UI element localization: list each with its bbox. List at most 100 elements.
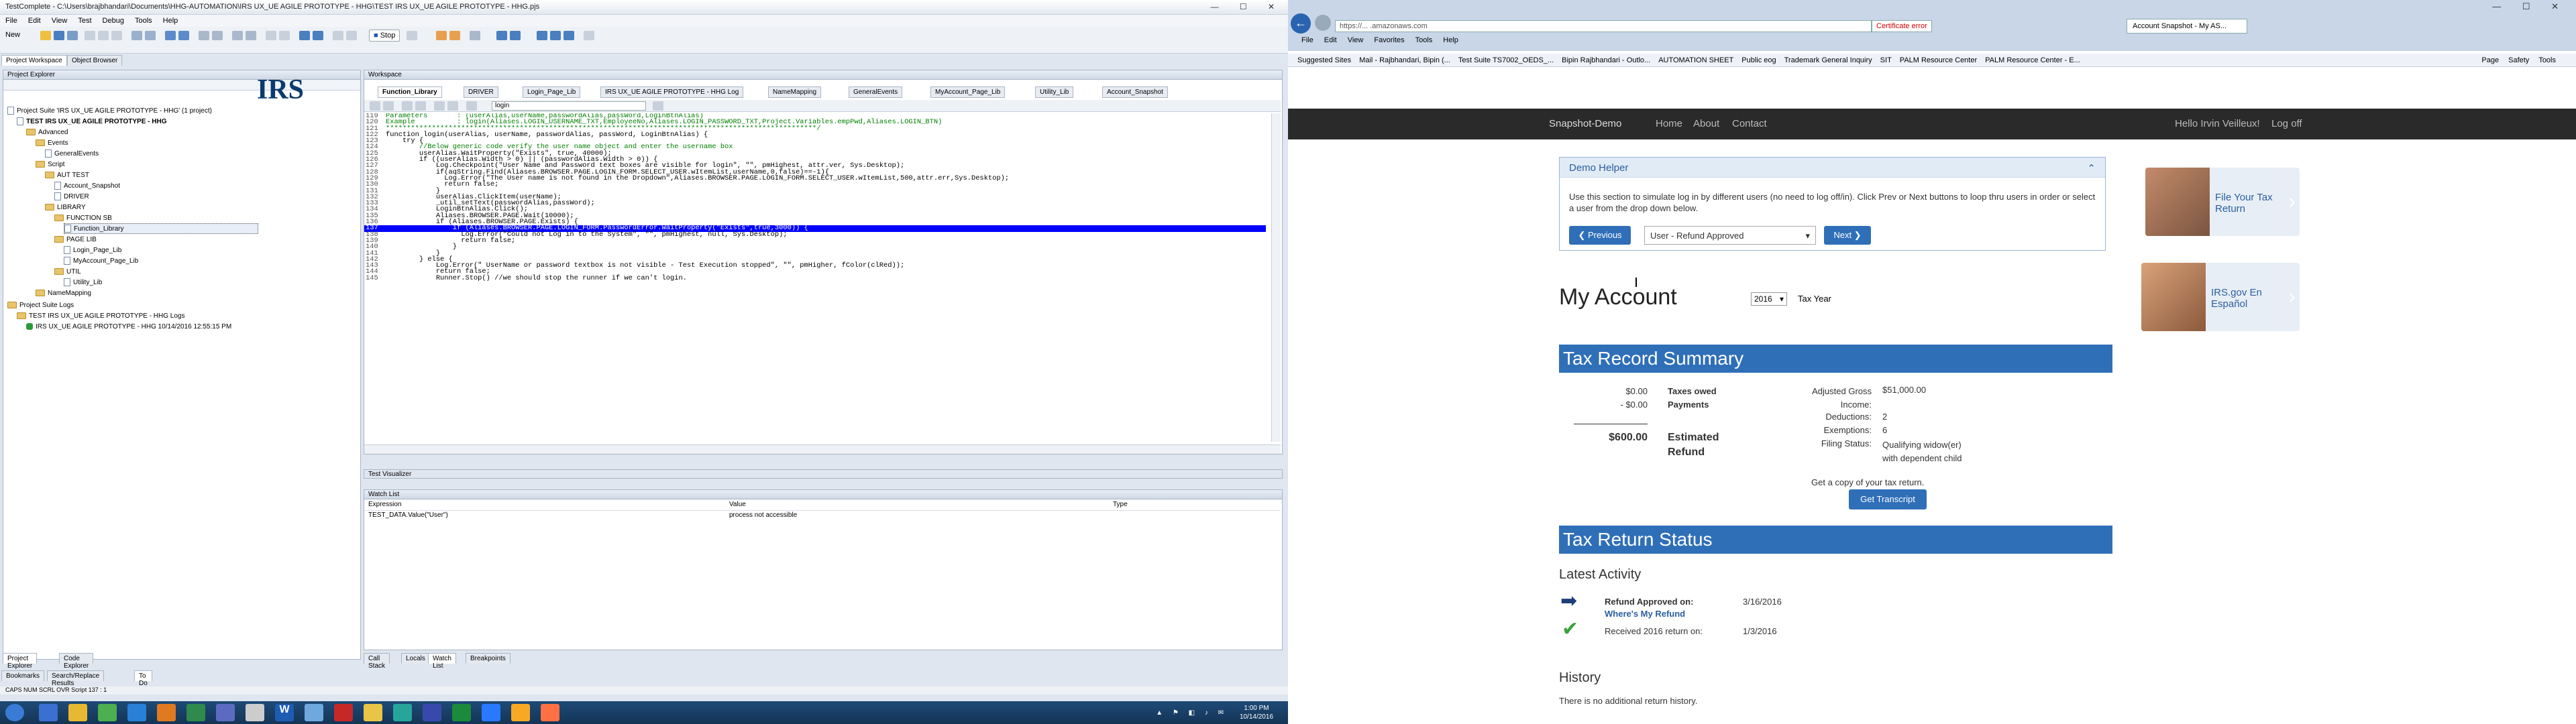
tool-icon-p[interactable] <box>584 31 594 40</box>
fav-outlook[interactable]: Bipin Rajbhandari - Outlo... <box>1562 56 1650 64</box>
app-icon-green[interactable] <box>186 704 205 721</box>
tool-icon-d[interactable] <box>313 31 323 40</box>
copy-icon[interactable] <box>98 31 109 40</box>
demo-helper-header[interactable]: Demo Helper ⌃ <box>1560 158 2105 178</box>
get-transcript-button[interactable]: Get Transcript <box>1849 489 1927 509</box>
tool-icon-m[interactable] <box>537 31 547 40</box>
tool-icon-n[interactable] <box>550 31 561 40</box>
previous-button[interactable]: ❮ Previous <box>1569 226 1631 245</box>
tool-icon-b[interactable] <box>279 31 290 40</box>
nav-contact[interactable]: Contact <box>1732 118 1767 129</box>
record-icon[interactable] <box>165 31 176 40</box>
tax-year-select[interactable]: 2016 ▾ <box>1751 292 1787 306</box>
tree-function-sb[interactable]: FUNCTION SB <box>54 213 112 223</box>
fav-test-suite[interactable]: Test Suite TS7002_OEDS_... <box>1458 56 1554 64</box>
test-visualizer-header[interactable]: Test Visualizer <box>364 469 1283 479</box>
tool-icon-g[interactable] <box>407 31 417 40</box>
menu-file[interactable]: File <box>5 17 17 25</box>
certificate-error[interactable]: Certificate error <box>1872 20 1932 32</box>
tree-project-logs[interactable]: TEST IRS UX_UE AGILE PROTOTYPE - HHG Log… <box>17 310 184 321</box>
fav-palm[interactable]: PALM Resource Center <box>1900 56 1977 64</box>
fav-sit[interactable]: SIT <box>1880 56 1892 64</box>
editor-tab-utility-lib[interactable]: Utility_Lib <box>1035 86 1074 98</box>
editor-tab-login-page-lib[interactable]: Login_Page_Lib <box>523 86 581 98</box>
chrome-icon[interactable] <box>98 704 117 721</box>
tool-icon-e[interactable] <box>333 31 343 40</box>
code-editor[interactable]: 119 Parameters : (userAlias,userName,pass… <box>364 113 1266 442</box>
pdf-icon[interactable] <box>334 704 353 721</box>
tool-icon-o[interactable] <box>564 31 574 40</box>
explorer-icon[interactable] <box>68 704 87 721</box>
cmd-page[interactable]: Page <box>2481 56 2499 67</box>
browser-menu-edit[interactable]: Edit <box>1324 36 1337 46</box>
excel-icon[interactable] <box>452 704 471 721</box>
menu-edit[interactable]: Edit <box>28 17 41 25</box>
tree-events[interactable]: Events <box>36 137 68 148</box>
tool-icon-f[interactable] <box>346 31 357 40</box>
tray-icons[interactable]: ▲ ⚑ ◧ ♪ ✉ <box>1156 709 1228 717</box>
tree-namemapping[interactable]: NameMapping <box>36 288 91 298</box>
next-button[interactable]: Next ❯ <box>1824 226 1871 245</box>
code-line[interactable]: 141 } <box>364 249 1266 257</box>
save-all-icon[interactable] <box>67 31 78 40</box>
fav-automation-sheet[interactable]: AUTOMATION SHEET <box>1658 56 1733 64</box>
window-controls[interactable]: — ☐ ✕ <box>1211 2 1284 11</box>
site-name[interactable]: Snapshot-Demo <box>1549 118 1621 129</box>
watch-icon[interactable] <box>246 31 256 40</box>
tab-todo[interactable]: To Do <box>134 670 152 687</box>
app-icon-yellow[interactable] <box>511 704 530 721</box>
uncomment-icon[interactable] <box>415 101 426 111</box>
paste-icon[interactable] <box>111 31 122 40</box>
back-button[interactable]: ← <box>1291 13 1311 34</box>
new-button[interactable]: New <box>5 31 20 39</box>
outdent-icon[interactable] <box>370 101 380 111</box>
fav-suggested[interactable]: Suggested Sites <box>1297 56 1351 64</box>
menu-view[interactable]: View <box>52 17 68 25</box>
app-icon-blue[interactable] <box>216 704 235 721</box>
code-line[interactable]: 143 Log.Error(" UserName or password tex… <box>364 262 1266 269</box>
browser-menu-view[interactable]: View <box>1348 36 1364 46</box>
fav-trademark[interactable]: Trademark General Inquiry <box>1784 56 1872 64</box>
forward-button[interactable] <box>1315 15 1331 31</box>
code-line[interactable]: 122 function login(userAlias, userName, p… <box>364 131 1266 139</box>
watch-row[interactable]: TEST_DATA.Value("User") process not acce… <box>364 510 1281 520</box>
tab-object-browser[interactable]: Object Browser <box>67 55 123 66</box>
cmd-safety[interactable]: Safety <box>2508 56 2529 67</box>
editor-tab-myaccount-page-lib[interactable]: MyAccount_Page_Lib <box>930 86 1006 98</box>
fav-mail[interactable]: Mail - Rajbhandari, Bipin (... <box>1359 56 1450 64</box>
menu-debug[interactable]: Debug <box>103 17 124 25</box>
editor-vertical-scrollbar[interactable] <box>1271 113 1281 442</box>
code-line[interactable]: 140 } <box>364 243 1266 251</box>
ie-icon[interactable] <box>39 704 58 721</box>
start-button-icon[interactable] <box>5 704 24 721</box>
tool-icon-k[interactable] <box>496 31 507 40</box>
word-icon[interactable]: W <box>275 704 294 721</box>
tree-project-suite[interactable]: Project Suite 'IRS UX_UE AGILE PROTOTYPE… <box>7 105 212 116</box>
tab-code-explorer[interactable]: Code Explorer <box>59 653 94 670</box>
nav-home[interactable]: Home <box>1656 118 1682 129</box>
file-tax-return-card[interactable]: File Your Tax Return › <box>2145 168 2300 236</box>
comment-icon[interactable] <box>402 101 413 111</box>
editor-horizontal-scrollbar[interactable] <box>364 444 1281 454</box>
save-icon[interactable] <box>54 31 64 40</box>
tool-icon-h[interactable] <box>436 31 447 40</box>
browser-tab[interactable]: Account Snapshot - My AS... <box>2127 19 2247 34</box>
outlook-icon[interactable] <box>423 704 441 721</box>
code-line[interactable]: 139 return false; <box>364 237 1266 245</box>
open-icon[interactable] <box>40 31 51 40</box>
indent-icon[interactable] <box>383 101 394 111</box>
tool-icon-j[interactable] <box>470 31 480 40</box>
editor-tool-icon[interactable] <box>653 101 663 111</box>
tab-locals[interactable]: Locals <box>401 653 430 664</box>
menu-help[interactable]: Help <box>163 17 178 25</box>
tree-login-page-lib[interactable]: Login_Page_Lib <box>64 245 121 255</box>
tree-script[interactable]: Script <box>36 159 65 170</box>
tab-breakpoints[interactable]: Breakpoints <box>466 653 511 664</box>
browser-menu-tools[interactable]: Tools <box>1415 36 1433 46</box>
browser-menu-favorites[interactable]: Favorites <box>1374 36 1404 46</box>
irs-espanol-card[interactable]: IRS.gov En Español › <box>2141 263 2300 331</box>
code-line[interactable]: 129 Log.Error("The User name is not foun… <box>364 175 1266 182</box>
code-line[interactable]: 145 Runner.Stop() //we should stop the r… <box>364 274 1266 282</box>
tree-utility-lib[interactable]: Utility_Lib <box>64 277 102 288</box>
tab-call-stack[interactable]: Call Stack <box>364 653 390 670</box>
